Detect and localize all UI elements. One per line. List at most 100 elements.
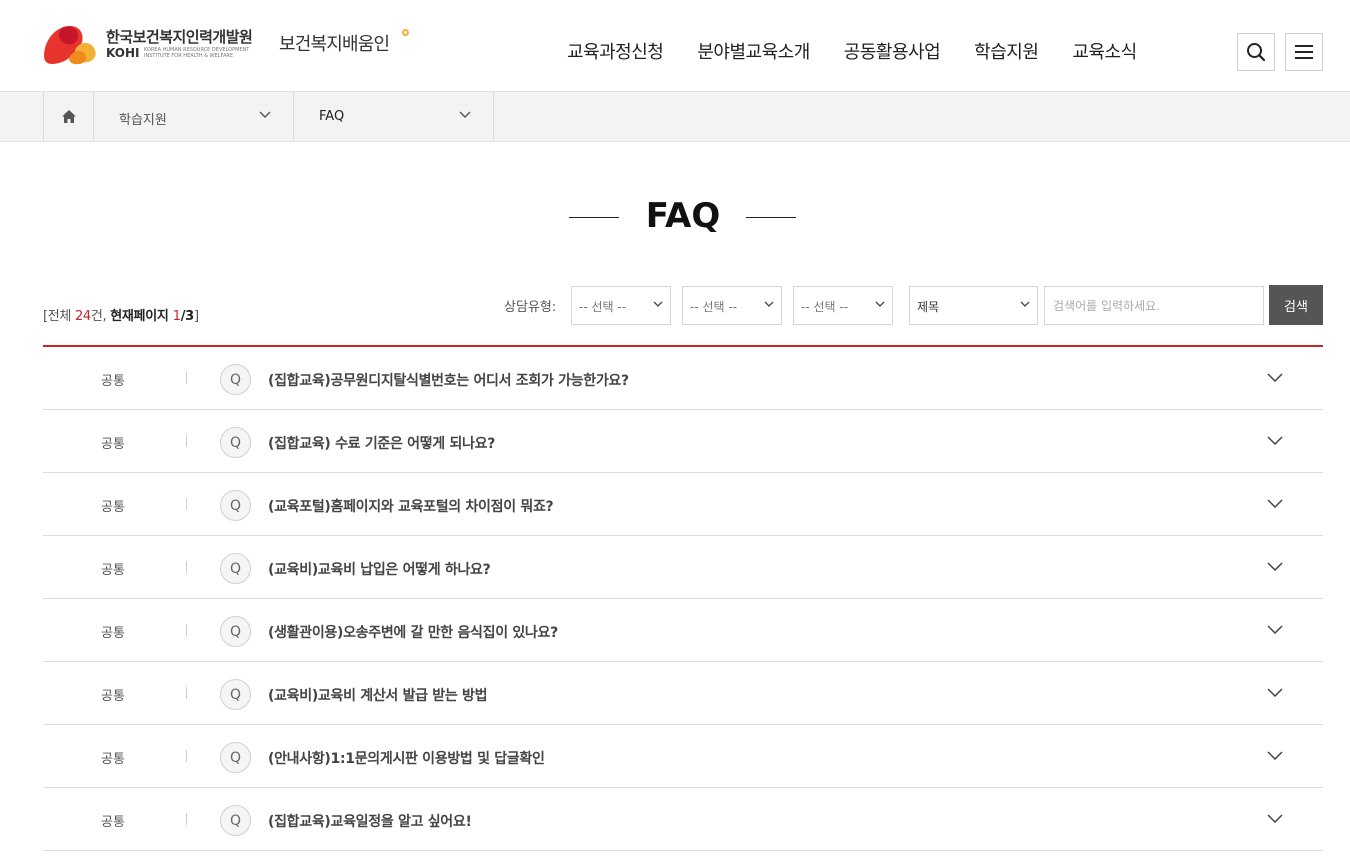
faq-category: 공통 <box>101 626 125 641</box>
divider <box>186 750 187 762</box>
page-title: FAQ <box>645 196 721 236</box>
chevron-down-icon <box>653 301 663 307</box>
breadcrumb-level1-label: 학습지원 <box>119 113 167 128</box>
breadcrumb-level2-dropdown[interactable]: FAQ <box>294 92 494 141</box>
divider <box>186 435 187 447</box>
divider <box>186 687 187 699</box>
faq-question: (집합교육) 수료 기준은 어떻게 되나요? <box>268 436 496 452</box>
question-badge: Q <box>220 679 251 710</box>
faq-question: (교육비)교육비 계산서 발급 받는 방법 <box>268 688 488 704</box>
nav-joint-project[interactable]: 공동활용사업 <box>844 38 941 64</box>
question-badge: Q <box>220 490 251 521</box>
chevron-down-icon <box>1267 688 1283 697</box>
divider <box>186 498 187 510</box>
chevron-down-icon <box>1267 751 1283 760</box>
nav-field-education[interactable]: 분야별교육소개 <box>697 38 810 64</box>
home-button[interactable] <box>43 92 94 141</box>
question-badge: Q <box>220 742 251 773</box>
chevron-down-icon <box>459 111 471 118</box>
faq-item[interactable]: 공통 Q (집합교육)공무원디지탈식별번호는 어디서 조회가 가능한가요? <box>43 347 1323 410</box>
faq-item[interactable]: 공통 Q (교육비)교육비 계산서 발급 받는 방법 <box>43 662 1323 725</box>
question-badge: Q <box>220 364 251 395</box>
question-badge: Q <box>220 805 251 836</box>
home-icon <box>61 110 76 123</box>
faq-question: (집합교육)공무원디지탈식별번호는 어디서 조회가 가능한가요? <box>268 373 629 389</box>
search-field-value: 제목 <box>917 300 940 314</box>
result-summary: [전체 24건, 현재페이지 1/3] <box>43 305 199 324</box>
current-page-label: 현재페이지 <box>110 309 173 324</box>
search-icon <box>1247 43 1266 62</box>
main-nav: 교육과정신청 분야별교육소개 공동활용사업 학습지원 교육소식 <box>567 38 1137 64</box>
org-abbr: KOHI <box>106 46 140 60</box>
category-select-3[interactable]: -- 선택 -- <box>793 286 893 325</box>
chevron-down-icon <box>875 301 885 307</box>
faq-question: (안내사항)1:1문의게시판 이용방법 및 답글확인 <box>268 751 545 767</box>
total-pages: /3 <box>180 309 195 324</box>
search-button[interactable] <box>1237 33 1275 71</box>
total-count: 24 <box>74 309 91 324</box>
faq-item[interactable]: 공통 Q (생활관이용)오송주변에 갈 만한 음식집이 있나요? <box>43 599 1323 662</box>
site-header: 한국보건복지인력개발원 KOHI KOREA HUMAN RESOURCE DE… <box>0 0 1350 91</box>
search-field-select[interactable]: 제목 <box>909 286 1038 325</box>
faq-question: (생활관이용)오송주변에 갈 만한 음식집이 있나요? <box>268 625 558 641</box>
question-badge: Q <box>220 427 251 458</box>
chevron-down-icon <box>1267 562 1283 571</box>
nav-learning-support[interactable]: 학습지원 <box>974 38 1039 64</box>
category-select-1[interactable]: -- 선택 -- <box>571 286 671 325</box>
org-name: 한국보건복지인력개발원 <box>106 28 253 46</box>
chevron-down-icon <box>1020 301 1030 307</box>
title-line-left <box>569 217 619 218</box>
breadcrumb-level1-dropdown[interactable]: 학습지원 <box>94 92 294 141</box>
location-bar: 학습지원 FAQ <box>0 91 1350 142</box>
category-select-2[interactable]: -- 선택 -- <box>682 286 782 325</box>
divider <box>186 561 187 573</box>
breadcrumb-level2-label: FAQ <box>319 109 345 124</box>
kohi-logo-mark <box>44 26 96 65</box>
faq-category: 공통 <box>101 689 125 704</box>
faq-category: 공통 <box>101 752 125 767</box>
search-submit-button[interactable]: 검색 <box>1269 285 1323 325</box>
category-select-3-value: -- 선택 -- <box>801 300 849 314</box>
chevron-down-icon <box>1267 373 1283 382</box>
faq-category: 공통 <box>101 374 125 389</box>
title-line-right <box>746 217 796 218</box>
service-name-dot <box>402 29 409 36</box>
faq-item[interactable]: 공통 Q (집합교육) 수료 기준은 어떻게 되나요? <box>43 410 1323 473</box>
search-input[interactable] <box>1044 286 1264 325</box>
chevron-down-icon <box>764 301 774 307</box>
faq-category: 공통 <box>101 500 125 515</box>
faq-question: (교육비)교육비 납입은 어떻게 하나요? <box>268 562 491 578</box>
category-label: 상담유형: <box>504 300 557 315</box>
chevron-down-icon <box>259 111 271 118</box>
faq-category: 공통 <box>101 437 125 452</box>
nav-course-apply[interactable]: 교육과정신청 <box>567 38 664 64</box>
chevron-down-icon <box>1267 499 1283 508</box>
faq-category: 공통 <box>101 563 125 578</box>
site-logo[interactable]: 한국보건복지인력개발원 KOHI KOREA HUMAN RESOURCE DE… <box>42 22 422 66</box>
summary-unit: 건, <box>90 309 111 324</box>
faq-item[interactable]: 공통 Q (안내사항)1:1문의게시판 이용방법 및 답글확인 <box>43 725 1323 788</box>
current-page-number: 1 <box>172 309 181 324</box>
chevron-down-icon <box>1267 436 1283 445</box>
summary-prefix: [전체 <box>43 309 75 324</box>
divider <box>186 624 187 636</box>
divider <box>186 372 187 384</box>
menu-button[interactable] <box>1285 33 1323 71</box>
chevron-down-icon <box>1267 625 1283 634</box>
faq-item[interactable]: 공통 Q (집합교육)교육일정을 알고 싶어요! <box>43 788 1323 851</box>
summary-suffix: ] <box>193 309 199 324</box>
faq-list: 공통 Q (집합교육)공무원디지탈식별번호는 어디서 조회가 가능한가요? 공통… <box>43 345 1323 851</box>
hamburger-menu-icon <box>1295 45 1313 59</box>
category-select-1-value: -- 선택 -- <box>579 300 627 314</box>
divider <box>186 813 187 825</box>
faq-item[interactable]: 공통 Q (교육포털)홈페이지와 교육포털의 차이점이 뭐죠? <box>43 473 1323 536</box>
nav-education-news[interactable]: 교육소식 <box>1072 38 1137 64</box>
faq-question: (교육포털)홈페이지와 교육포털의 차이점이 뭐죠? <box>268 499 554 515</box>
faq-item[interactable]: 공통 Q (교육비)교육비 납입은 어떻게 하나요? <box>43 536 1323 599</box>
question-badge: Q <box>220 553 251 584</box>
org-english-name: KOREA HUMAN RESOURCE DEVELOPMENT INSTITU… <box>144 47 250 59</box>
service-name: 보건복지배움인 <box>279 34 390 55</box>
page-title-area: FAQ <box>0 196 1350 240</box>
question-badge: Q <box>220 616 251 647</box>
chevron-down-icon <box>1267 814 1283 823</box>
